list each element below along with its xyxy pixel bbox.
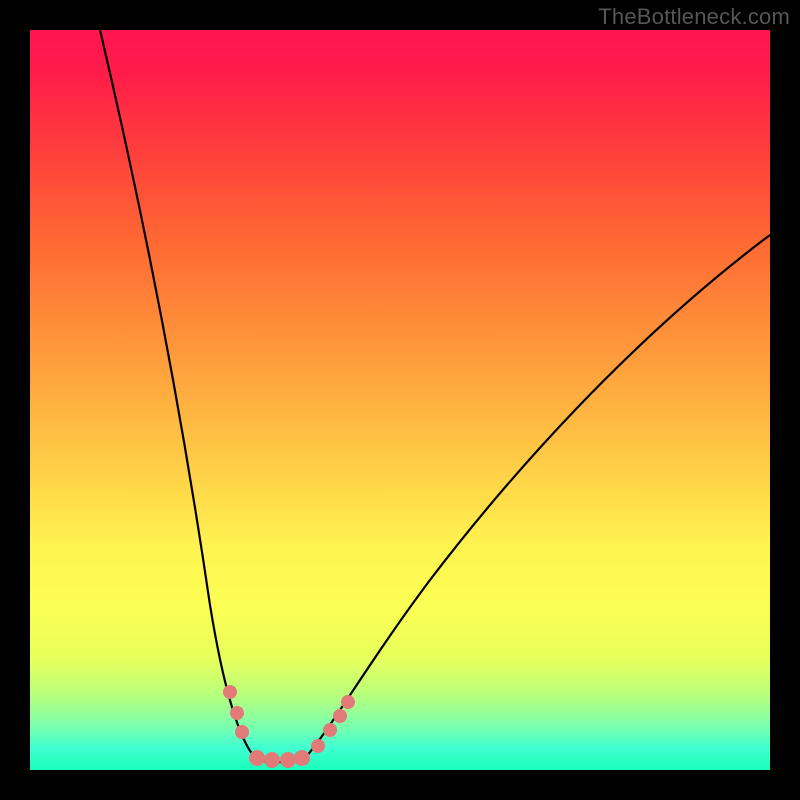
marker-dot: [280, 752, 296, 768]
marker-dot: [311, 739, 325, 753]
marker-dot: [341, 695, 355, 709]
marker-dot: [235, 725, 249, 739]
marker-dot: [230, 706, 244, 720]
marker-dot: [333, 709, 347, 723]
watermark-text: TheBottleneck.com: [598, 4, 790, 30]
curve-right: [305, 235, 770, 758]
curve-left: [100, 30, 258, 760]
chart-frame: TheBottleneck.com: [0, 0, 800, 800]
marker-group: [223, 685, 355, 768]
marker-dot: [249, 750, 265, 766]
marker-dot: [323, 723, 337, 737]
marker-dot: [294, 750, 310, 766]
marker-dot: [223, 685, 237, 699]
curve-layer: [30, 30, 770, 770]
marker-dot: [264, 752, 280, 768]
plot-area: [30, 30, 770, 770]
